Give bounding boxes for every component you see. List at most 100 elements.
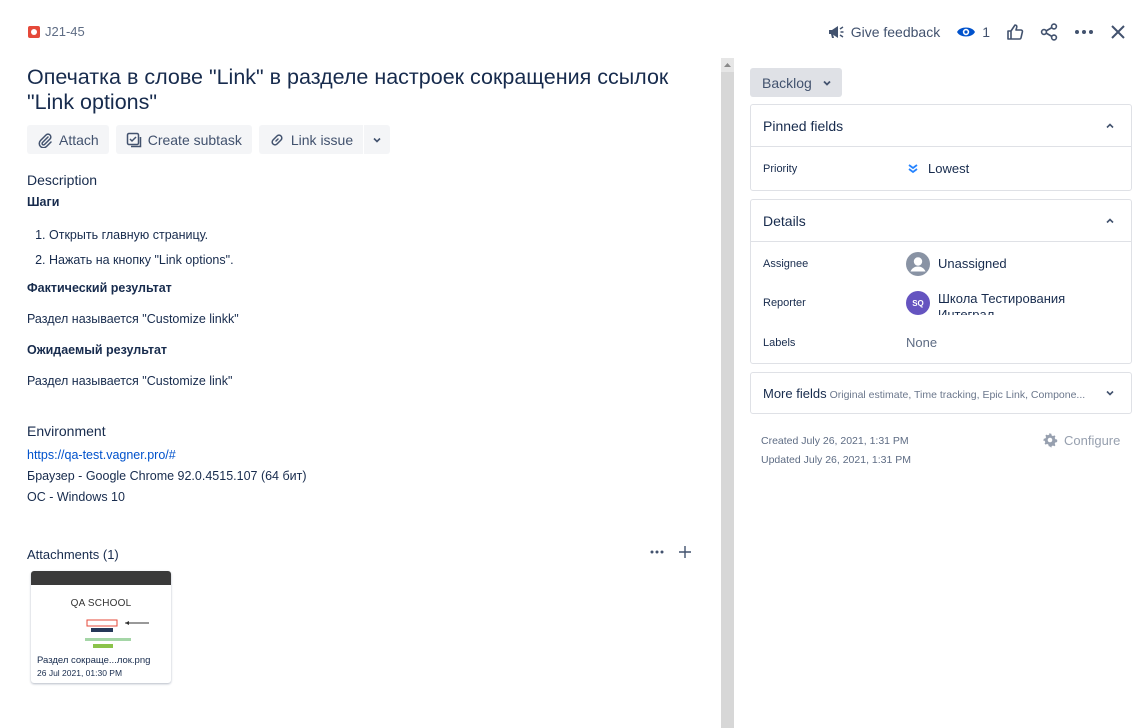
expected-heading: Ожидаемый результат xyxy=(27,343,168,357)
issue-actions: Attach Create subtask Link issue xyxy=(27,125,391,154)
details-header[interactable]: Details xyxy=(751,200,1131,242)
attachment-meta: Раздел сокраще...лок.png 26 Jul 2021, 01… xyxy=(31,655,171,679)
thumbnail-browser-bar xyxy=(31,571,171,585)
give-feedback-label: Give feedback xyxy=(850,24,941,40)
attachment-name: Раздел сокраще...лок.png xyxy=(37,655,151,666)
steps-heading: Шаги xyxy=(27,195,60,209)
link-issue-button[interactable]: Link issue xyxy=(258,125,364,154)
attachment-card[interactable]: QA SCHOOL Раздел сокраще...лок.png 26 Ju… xyxy=(31,571,171,683)
priority-label: Priority xyxy=(763,162,798,175)
create-subtask-button[interactable]: Create subtask xyxy=(115,125,252,154)
created-date: Created July 26, 2021, 1:31 PM xyxy=(761,435,909,447)
eye-icon xyxy=(956,25,976,39)
step-item: Нажать на кнопку "Link options". xyxy=(49,248,707,273)
top-actions: Give feedback 1 xyxy=(819,20,1134,44)
labels-value: None xyxy=(906,335,938,350)
issue-key-label: J21-45 xyxy=(45,24,85,39)
more-actions-button[interactable] xyxy=(1066,20,1102,44)
environment-body[interactable]: https://qa-test.vagner.pro/# Браузер - G… xyxy=(27,445,307,508)
assignee-row[interactable]: Assignee Unassigned xyxy=(751,242,1131,285)
attachment-date: 26 Jul 2021, 01:30 PM xyxy=(37,668,123,678)
configure-label: Configure xyxy=(1064,432,1121,448)
issue-title[interactable]: Опечатка в слове "Link" в разделе настро… xyxy=(27,65,717,115)
priority-value: Lowest xyxy=(928,161,970,176)
thumbs-up-icon xyxy=(1006,23,1024,41)
more-fields-label: More fields xyxy=(763,385,827,401)
thumbnail-preview-graphic xyxy=(85,619,149,648)
megaphone-icon xyxy=(827,24,845,40)
more-icon xyxy=(1074,29,1094,35)
more-fields-hint: Original estimate, Time tracking, Epic L… xyxy=(829,388,1086,401)
attachment-thumbnail: QA SCHOOL xyxy=(31,571,171,655)
description-body[interactable]: Шаги Открыть главную страницу. Нажать на… xyxy=(27,195,707,389)
more-fields-header[interactable]: More fields Original estimate, Time track… xyxy=(750,372,1132,414)
link-icon xyxy=(269,132,285,148)
attach-label: Attach xyxy=(59,131,99,148)
link-issue-dropdown[interactable] xyxy=(364,125,391,154)
watchers-count: 1 xyxy=(982,24,990,40)
caret-up-icon xyxy=(724,63,731,67)
chevron-down-icon xyxy=(822,78,832,88)
priority-row[interactable]: Priority Lowest xyxy=(751,147,1131,190)
link-issue-label: Link issue xyxy=(290,131,354,148)
reporter-label: Reporter xyxy=(763,297,806,309)
subtask-icon xyxy=(126,132,142,148)
environment-os: ОС - Windows 10 xyxy=(27,490,125,504)
assignee-value: Unassigned xyxy=(938,256,1007,271)
share-button[interactable] xyxy=(1032,20,1066,44)
more-icon xyxy=(650,550,664,554)
paperclip-icon xyxy=(37,132,53,148)
scroll-up-arrow[interactable] xyxy=(721,58,734,72)
more-fields-title: More fields Original estimate, Time track… xyxy=(763,386,1085,401)
step-item: Открыть главную страницу. xyxy=(49,223,707,248)
issue-dates: Created July 26, 2021, 1:31 PM Updated J… xyxy=(761,432,911,470)
like-button[interactable] xyxy=(998,20,1032,44)
reporter-avatar: SQ xyxy=(906,291,930,315)
plus-icon xyxy=(679,546,691,558)
thumbnail-heading: QA SCHOOL xyxy=(70,598,132,609)
steps-list: Открыть главную страницу. Нажать на кноп… xyxy=(49,223,707,273)
pinned-fields-panel: Pinned fields Priority Lowest xyxy=(750,104,1132,191)
chevron-down-icon xyxy=(1105,388,1115,398)
attach-button[interactable]: Attach xyxy=(27,125,109,154)
give-feedback-button[interactable]: Give feedback xyxy=(819,20,949,44)
attachments-label: Attachments (1) xyxy=(27,547,119,562)
bug-icon xyxy=(28,25,40,38)
status-dropdown[interactable]: Backlog xyxy=(750,68,842,97)
environment-browser: Браузер - Google Chrome 92.0.4515.107 (6… xyxy=(27,469,307,483)
description-label: Description xyxy=(27,172,98,188)
assignee-label: Assignee xyxy=(763,257,809,270)
pinned-fields-header[interactable]: Pinned fields xyxy=(751,105,1131,147)
actual-heading: Фактический результат xyxy=(27,281,172,295)
labels-row[interactable]: Labels None xyxy=(751,321,1131,364)
gear-icon xyxy=(1042,432,1058,448)
details-title: Details xyxy=(763,212,806,229)
priority-lowest-icon xyxy=(906,162,920,176)
issue-key[interactable]: J21-45 xyxy=(28,24,85,39)
environment-url-link[interactable]: https://qa-test.vagner.pro/# xyxy=(27,448,176,462)
updated-date: Updated July 26, 2021, 1:31 PM xyxy=(761,454,912,466)
pinned-fields-title: Pinned fields xyxy=(763,117,844,134)
details-panel: Details Assignee Unassigned Reporter SQ … xyxy=(750,199,1132,364)
actual-text: Раздел называется "Customize linkk" xyxy=(27,312,239,326)
configure-button[interactable]: Configure xyxy=(1042,432,1120,448)
reporter-value: Школа Тестирования Интеграл xyxy=(938,291,1066,315)
labels-label: Labels xyxy=(763,336,796,349)
scrollbar[interactable] xyxy=(721,58,734,728)
add-attachment-button[interactable] xyxy=(678,545,692,559)
attachments-tools xyxy=(650,545,692,559)
chevron-up-icon xyxy=(1105,216,1115,226)
close-icon xyxy=(1110,24,1126,40)
close-button[interactable] xyxy=(1102,20,1134,44)
watch-button[interactable]: 1 xyxy=(948,20,998,44)
unassigned-avatar-icon xyxy=(906,251,930,276)
status-label: Backlog xyxy=(762,74,812,91)
share-icon xyxy=(1040,23,1058,41)
reporter-row[interactable]: Reporter SQ Школа Тестирования Интеграл xyxy=(751,285,1131,321)
chevron-up-icon xyxy=(1105,121,1115,131)
chevron-down-icon xyxy=(372,135,382,145)
environment-label: Environment xyxy=(27,423,106,439)
create-subtask-label: Create subtask xyxy=(147,131,242,148)
attachments-more-button[interactable] xyxy=(650,550,664,554)
expected-text: Раздел называется "Customize link" xyxy=(27,374,233,388)
